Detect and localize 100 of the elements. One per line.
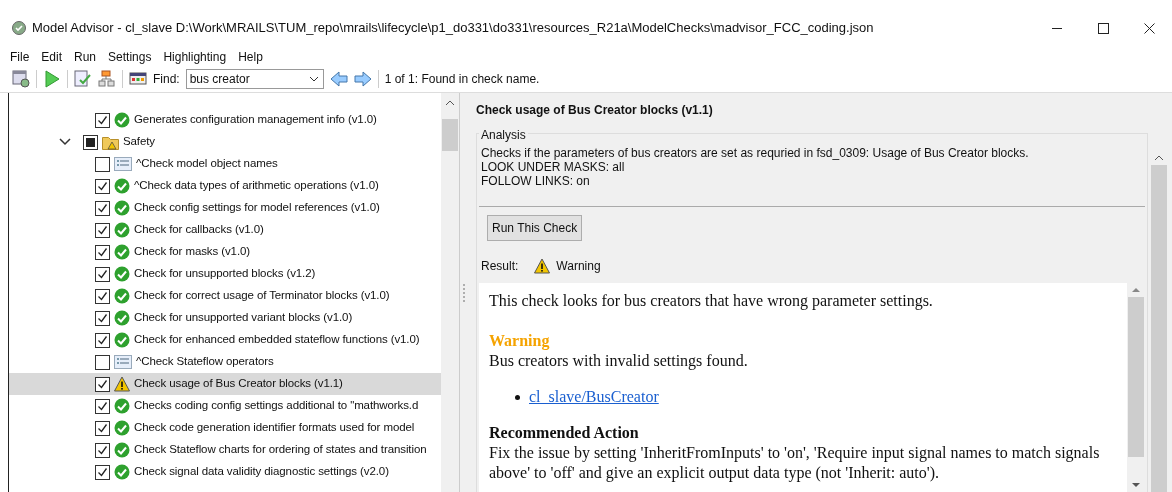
menu-item[interactable]: Edit	[35, 48, 69, 66]
tree-label: Check signal data validity diagnostic settings (v2.0)	[134, 464, 389, 480]
tree-item[interactable]: Check for unsupported blocks (v1.2)	[9, 263, 441, 285]
tree-item[interactable]: ^Check Stateflow operators	[9, 351, 441, 373]
folder-icon	[102, 134, 119, 150]
tree-item[interactable]: Check Stateflow charts for ordering of states and transition	[9, 439, 441, 461]
tree-label: ^Check data types of arithmetic operations (v1.0)	[134, 178, 379, 194]
result-label: Result:	[481, 258, 519, 275]
search-field[interactable]: bus creator	[185, 69, 324, 89]
splitter-handle-icon[interactable]	[462, 282, 466, 303]
run-check-button[interactable]: Run This Check	[487, 215, 583, 241]
scrollbar[interactable]	[441, 93, 459, 492]
pass-icon	[114, 244, 130, 260]
tree-item[interactable]: ^Check model object names	[9, 153, 441, 175]
tree-label: Check for correct usage of Terminator blocks (v1.0)	[134, 288, 390, 304]
find-status: 1 of 1: Found in check name.	[384, 71, 540, 88]
tree-label: Check code generation identifier formats used for model	[134, 420, 415, 436]
back-arrow-icon[interactable]	[329, 70, 348, 88]
tree-label: Check for masks (v1.0)	[134, 244, 251, 260]
menu-item[interactable]: Help	[232, 48, 269, 66]
checkbox[interactable]	[95, 288, 110, 304]
list-icon	[114, 354, 132, 370]
checkbox[interactable]	[95, 112, 110, 128]
checkbox[interactable]	[95, 354, 110, 370]
report-scrollbar[interactable]	[1127, 283, 1145, 492]
checkbox[interactable]	[83, 134, 98, 150]
pass-icon	[114, 398, 130, 414]
tree-item[interactable]: ^Check data types of arithmetic operations (v1.0)	[9, 175, 441, 197]
scroll-up-icon[interactable]	[445, 99, 455, 107]
list-icon	[114, 156, 132, 172]
run-icon[interactable]	[43, 70, 61, 88]
tree-item[interactable]: Check for unsupported variant blocks (v1.0)	[9, 307, 441, 329]
hierarchy-icon[interactable]	[98, 70, 116, 88]
highlight-icon[interactable]	[129, 70, 147, 88]
tree-label: ^Check Stateflow operators	[136, 354, 274, 370]
tree-label: ^Check model object names	[136, 156, 278, 172]
action-text: Fix the issue by setting 'InheritFromInputs' to 'on', 'Require input signal names to match signals above' to 'off' and give an explicit output data type (not 'Inherit: auto').	[489, 443, 1101, 483]
tree-label: Check for unsupported blocks (v1.2)	[134, 266, 316, 282]
tree-item[interactable]: Checks coding config settings additional to "mathworks.d	[9, 395, 441, 417]
warning-icon	[534, 258, 551, 274]
tree-item[interactable]: Generates configuration management info (v1.0)	[9, 109, 441, 131]
menu-item[interactable]: Highlighting	[157, 48, 233, 66]
tree-item[interactable]: Check for correct usage of Terminator blocks (v1.0)	[9, 285, 441, 307]
collapse-icon[interactable]	[59, 136, 71, 148]
checkbox[interactable]	[95, 222, 110, 238]
pass-icon	[114, 310, 130, 326]
tree-label: Check for callbacks (v1.0)	[134, 222, 264, 238]
report-status-heading: Warning	[489, 331, 551, 351]
checkbox[interactable]	[95, 420, 110, 436]
scroll-down-icon[interactable]	[1131, 482, 1141, 488]
tree-item[interactable]: Check for callbacks (v1.0)	[9, 219, 441, 241]
scrollbar-thumb[interactable]	[1151, 165, 1167, 492]
menu-item[interactable]: Settings	[102, 48, 158, 66]
tree-label: Check Stateflow charts for ordering of states and transition	[134, 442, 427, 458]
description-line: FOLLOW LINKS: on	[481, 174, 591, 188]
dropdown-icon[interactable]	[308, 75, 319, 83]
tree-label: Checks coding config settings additional to "mathworks.d	[134, 398, 419, 414]
tree-item[interactable]: Check config settings for model references (v1.0)	[9, 197, 441, 219]
checkbox[interactable]	[95, 156, 110, 172]
pass-icon	[114, 420, 130, 436]
checkbox[interactable]	[95, 442, 110, 458]
report-status-text: Bus creators with invalid settings found.	[489, 351, 749, 371]
tree-item[interactable]: Check usage of Bus Creator blocks (v1.1)	[9, 373, 441, 395]
tree-label: Check config settings for model references (v1.0)	[134, 200, 380, 216]
tree-item[interactable]: Check for masks (v1.0)	[9, 241, 441, 263]
checkbox[interactable]	[95, 310, 110, 326]
checkbox[interactable]	[95, 200, 110, 216]
scroll-up-icon[interactable]	[1131, 287, 1141, 293]
app-icon	[12, 21, 26, 35]
tree-item[interactable]: Check for enhanced embedded stateflow functions (v1.0)	[9, 329, 441, 351]
checkbox[interactable]	[95, 244, 110, 260]
checkbox[interactable]	[95, 266, 110, 282]
tree-item[interactable]: Safety	[9, 131, 441, 153]
pass-icon	[114, 288, 130, 304]
tree-label: Check for enhanced embedded stateflow functions (v1.0)	[134, 332, 420, 348]
checkbox[interactable]	[95, 464, 110, 480]
pass-icon	[114, 266, 130, 282]
block-link[interactable]: cl_slave/BusCreator	[529, 387, 659, 407]
scrollbar-thumb[interactable]	[1128, 297, 1144, 457]
checkbox[interactable]	[95, 376, 110, 392]
window-icon[interactable]	[12, 70, 30, 88]
forward-arrow-icon[interactable]	[353, 70, 372, 88]
tree-label: Check for unsupported variant blocks (v1.0)	[134, 310, 353, 326]
pass-icon	[114, 178, 130, 194]
menu-item[interactable]: Run	[68, 48, 103, 66]
scroll-up-icon[interactable]	[1154, 155, 1164, 161]
check-title: Check usage of Bus Creator blocks (v1.1)	[476, 102, 714, 119]
warning-icon	[114, 376, 130, 392]
menu-item[interactable]: File	[4, 48, 36, 66]
bullet-icon	[515, 394, 520, 400]
pass-icon	[114, 200, 130, 216]
checkbox[interactable]	[95, 178, 110, 194]
tree-item[interactable]: Check code generation identifier formats used for model	[9, 417, 441, 439]
checkbox[interactable]	[95, 332, 110, 348]
scrollbar-thumb[interactable]	[442, 119, 458, 151]
tree-item[interactable]: Check signal data validity diagnostic settings (v2.0)	[9, 461, 441, 483]
report-icon[interactable]	[74, 70, 92, 88]
pass-icon	[114, 222, 130, 238]
checkbox[interactable]	[95, 398, 110, 414]
tree-label: Safety	[123, 134, 155, 150]
